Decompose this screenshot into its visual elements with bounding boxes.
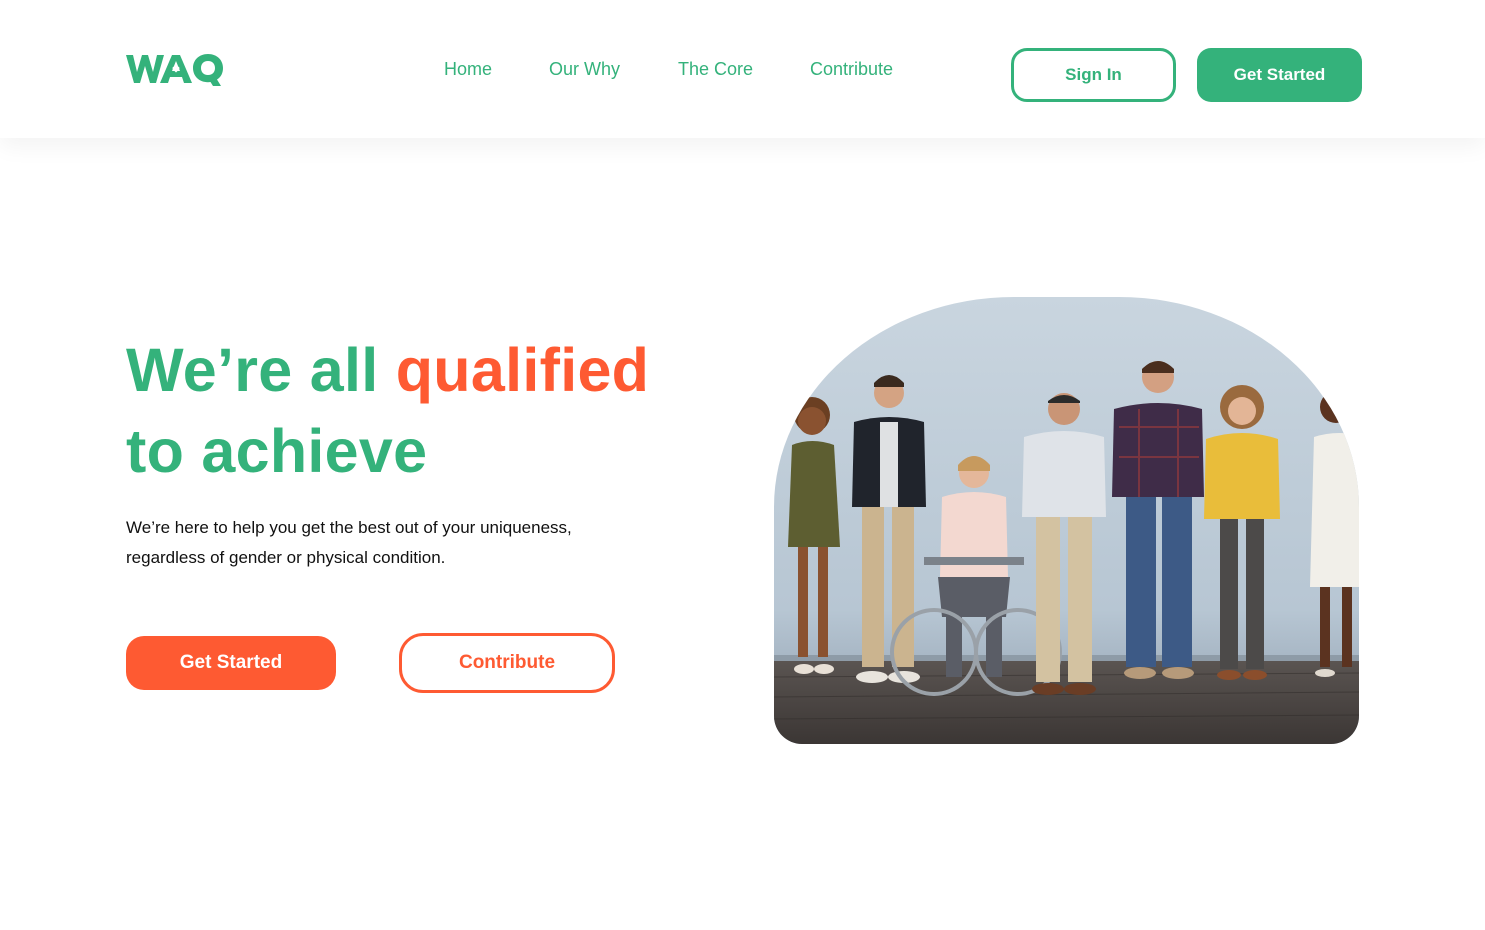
hero-title-accent: qualified — [395, 336, 650, 404]
nav-the-core-link[interactable]: The Core — [678, 59, 753, 80]
hero-contribute-button[interactable]: Contribute — [399, 633, 615, 693]
nav-contribute-link[interactable]: Contribute — [810, 59, 893, 80]
header-get-started-button[interactable]: Get Started — [1197, 48, 1362, 102]
hero-title: We’re all qualified to achieve — [126, 330, 726, 492]
logo-mark-icon — [126, 54, 223, 86]
hero-description: We’re here to help you get the best out … — [126, 518, 572, 567]
nav-home-link[interactable]: Home — [444, 59, 492, 80]
site-header: Home Our Why The Core Contribute Sign In… — [0, 0, 1485, 138]
waq-logo[interactable] — [124, 50, 224, 90]
sign-in-button[interactable]: Sign In — [1011, 48, 1176, 102]
hero-title-part1: We’re all — [126, 336, 396, 404]
nav-our-why-link[interactable]: Our Why — [549, 59, 620, 80]
hero-title-part2: to achieve — [126, 417, 428, 485]
hero-image — [774, 297, 1359, 744]
group-photo-illustration — [774, 361, 1359, 744]
hero-get-started-button[interactable]: Get Started — [126, 636, 336, 690]
